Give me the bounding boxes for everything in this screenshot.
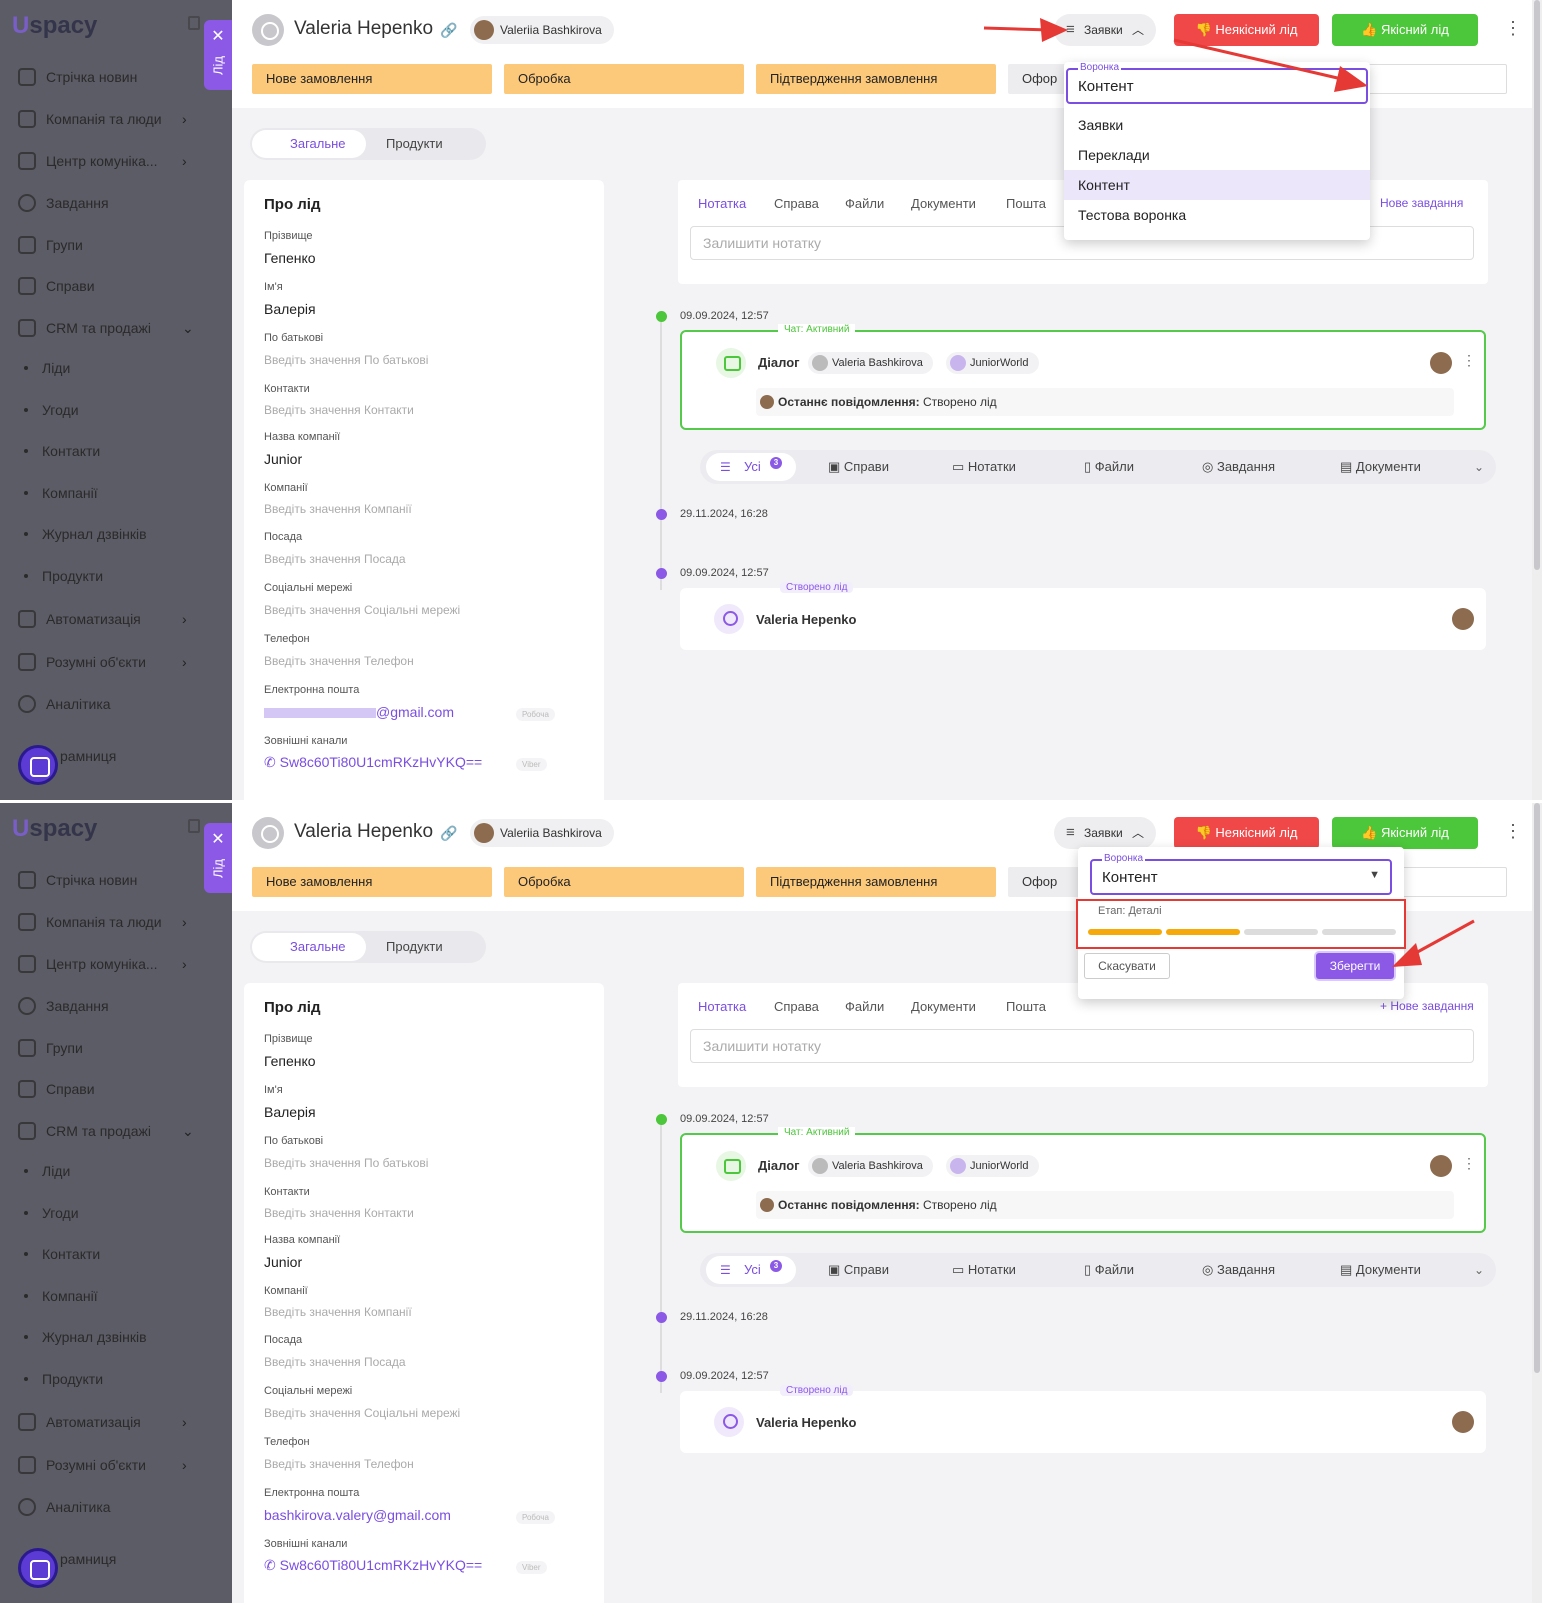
annotation-arrowhead (1392, 943, 1422, 967)
annotation-arrow (983, 26, 1051, 32)
annotation-arrow (1411, 919, 1475, 957)
screenshot-panel-1: Uspacy Стрічка новин Компанія та люди › Ц… (0, 0, 1542, 800)
annotation-arrowhead (1334, 66, 1368, 92)
screenshot-panel-2: Uspacy Стрічка новин Компанія та люди › Ц… (0, 803, 1542, 1603)
annotation-arrow (1173, 38, 1347, 82)
annotation-arrowhead (1040, 18, 1068, 42)
annotation-arrows (1392, 919, 1475, 967)
annotation-arrows (983, 18, 1368, 92)
